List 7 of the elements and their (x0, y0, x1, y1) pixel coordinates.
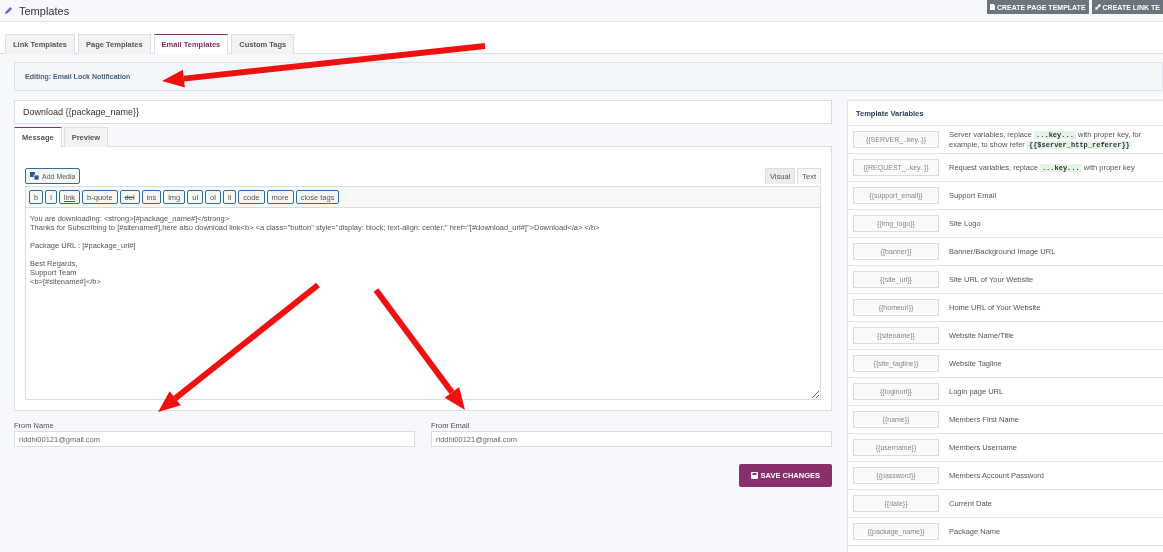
pencil-icon (4, 6, 13, 15)
file-icon (989, 4, 995, 10)
subject-field[interactable]: Download {{package_name}} (14, 100, 832, 124)
media-icon (30, 172, 39, 180)
page-title: Templates (19, 4, 70, 17)
link-icon (1094, 4, 1101, 10)
save-icon (750, 472, 758, 479)
